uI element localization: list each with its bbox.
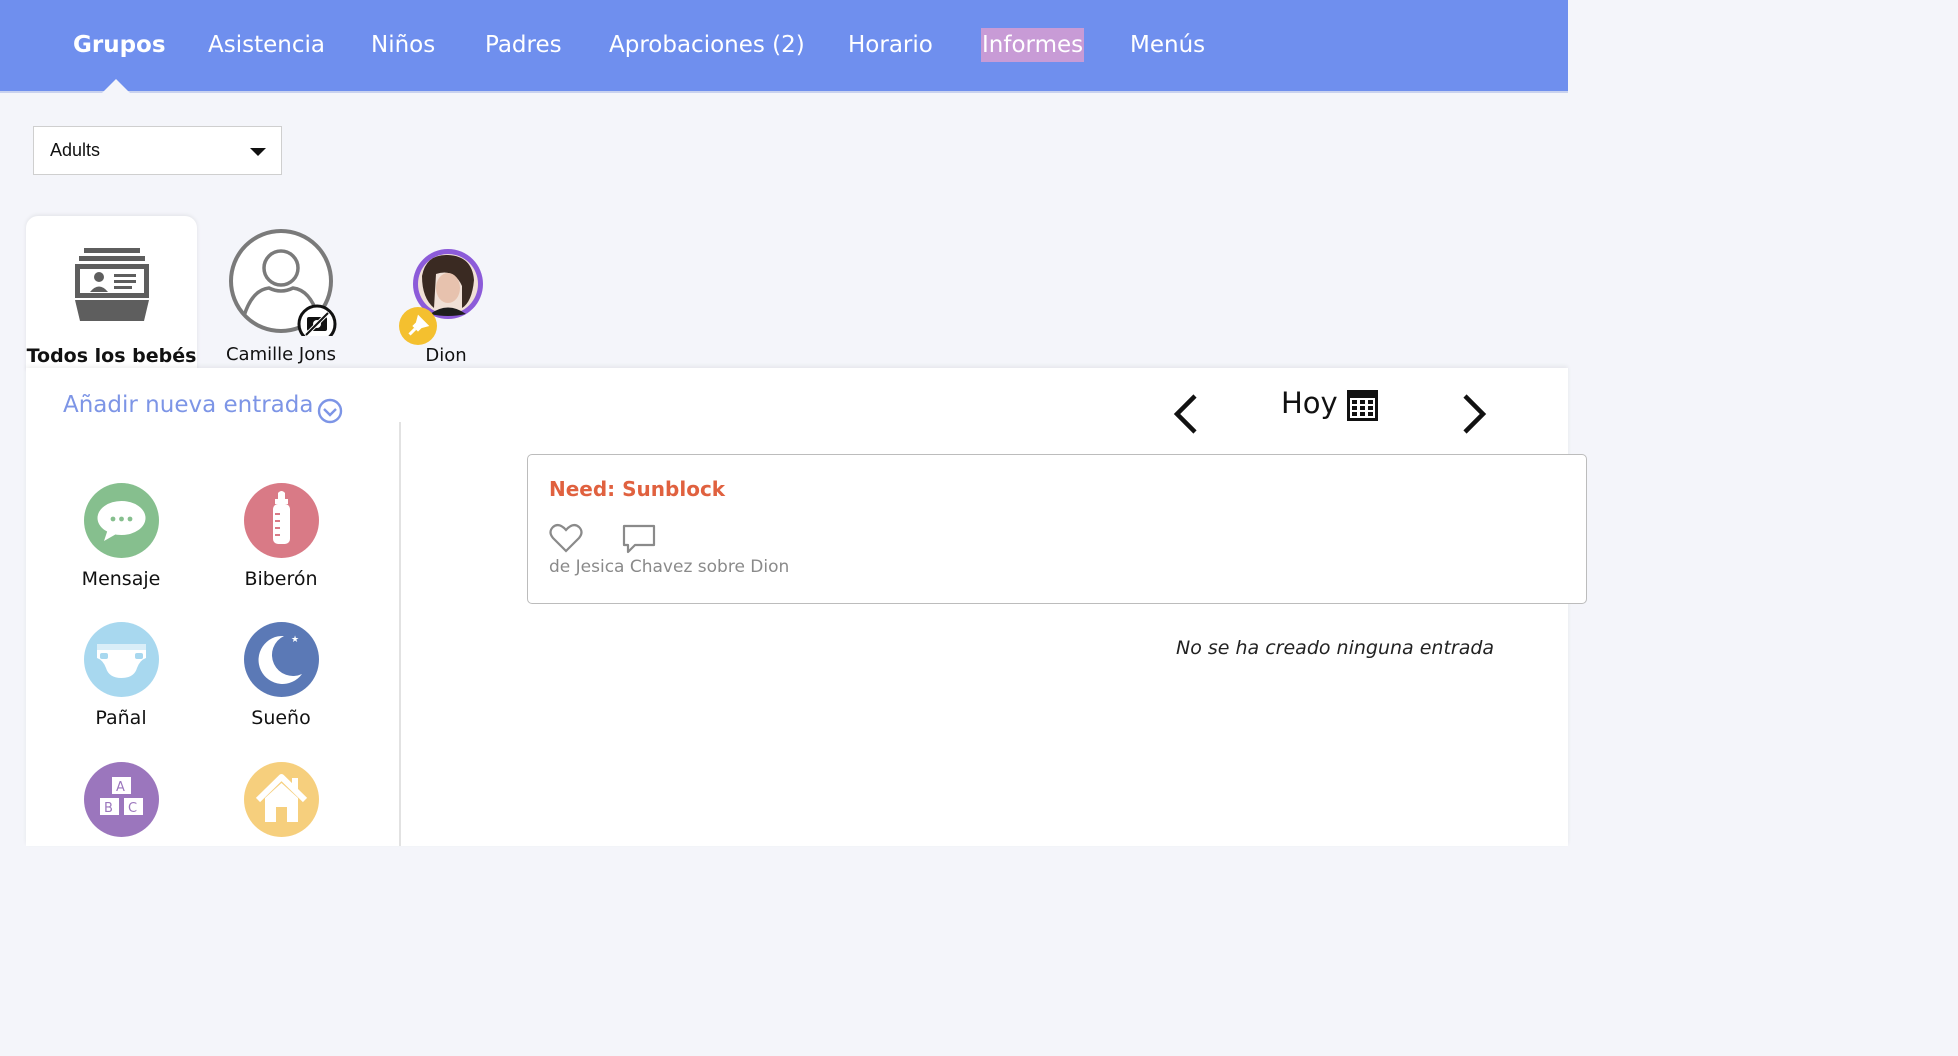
heart-icon[interactable] bbox=[549, 522, 583, 554]
all-kids-icon bbox=[75, 248, 149, 321]
kid-name: Camille Jons bbox=[225, 344, 337, 365]
nav-asistencia[interactable]: Asistencia bbox=[208, 28, 325, 62]
diaper-icon bbox=[83, 622, 159, 697]
pin-icon bbox=[399, 307, 437, 345]
panel-divider bbox=[399, 422, 401, 846]
svg-text:B: B bbox=[104, 801, 113, 816]
activity-label: Sueño bbox=[251, 707, 311, 729]
no-photo-icon bbox=[297, 304, 337, 344]
kid-tab-camille[interactable]: Camille Jons bbox=[222, 228, 340, 365]
bottle-icon bbox=[243, 483, 319, 558]
svg-text:C: C bbox=[128, 801, 137, 816]
calendar-icon[interactable] bbox=[1346, 389, 1379, 422]
entry-title: Need: Sunblock bbox=[549, 477, 726, 501]
comment-icon[interactable] bbox=[621, 523, 657, 555]
entry-meta: de Jesica Chavez sobre Dion bbox=[549, 557, 790, 577]
kid-name: Dion bbox=[425, 345, 467, 366]
activity-message[interactable]: Mensaje bbox=[51, 483, 191, 590]
empty-state-message: No se ha creado ninguna entrada bbox=[1176, 637, 1495, 659]
default-person-icon bbox=[229, 229, 337, 344]
moon-icon: ★ ★ ★ bbox=[243, 622, 319, 697]
svg-text:A: A bbox=[116, 780, 125, 795]
nav-padres[interactable]: Padres bbox=[485, 28, 562, 62]
activity-diaper[interactable]: Pañal bbox=[51, 622, 191, 729]
nav-informes[interactable]: Informes bbox=[981, 28, 1085, 62]
group-select[interactable]: Adults bbox=[33, 126, 282, 175]
activity-home[interactable] bbox=[211, 762, 351, 847]
chevron-right-icon[interactable] bbox=[1458, 392, 1490, 436]
activity-learning[interactable]: A B C bbox=[51, 762, 191, 847]
activity-sleep[interactable]: ★ ★ ★ Sueño bbox=[211, 622, 351, 729]
activity-label: Mensaje bbox=[81, 568, 161, 590]
tab-all-kids-label: Todos los bebés bbox=[26, 345, 197, 367]
svg-text:★: ★ bbox=[261, 646, 270, 657]
entry-card[interactable]: Need: Sunblock de Jesica Chavez sobre Di… bbox=[527, 454, 1587, 604]
message-icon bbox=[83, 483, 159, 558]
nav-grupos[interactable]: Grupos bbox=[73, 28, 166, 62]
top-nav: Grupos Asistencia Niños Padres Aprobacio… bbox=[0, 0, 1568, 94]
nav-menus[interactable]: Menús bbox=[1130, 28, 1205, 62]
chevron-down-icon bbox=[250, 148, 266, 156]
activity-label: Biberón bbox=[244, 568, 318, 590]
nav-aprobaciones[interactable]: Aprobaciones (2) bbox=[609, 28, 805, 62]
nav-ninos[interactable]: Niños bbox=[371, 28, 435, 62]
svg-text:★: ★ bbox=[291, 635, 299, 645]
active-tab-caret bbox=[101, 79, 131, 94]
tab-all-kids[interactable]: Todos los bebés bbox=[26, 216, 197, 371]
date-label: Hoy bbox=[1281, 386, 1338, 420]
kid-tab-dion[interactable]: Dion bbox=[396, 246, 496, 366]
blocks-icon: A B C bbox=[83, 762, 159, 837]
chevron-down-circle-icon[interactable] bbox=[317, 398, 343, 424]
add-entry-toggle[interactable]: Añadir nueva entrada bbox=[63, 392, 313, 418]
home-icon bbox=[243, 762, 319, 837]
activity-label: Pañal bbox=[95, 707, 147, 729]
svg-text:★: ★ bbox=[265, 667, 273, 677]
activity-bottle[interactable]: Biberón bbox=[211, 483, 351, 590]
avatar bbox=[399, 249, 483, 345]
chevron-left-icon[interactable] bbox=[1170, 392, 1202, 436]
group-select-value: Adults bbox=[50, 140, 101, 160]
nav-horario[interactable]: Horario bbox=[848, 28, 933, 62]
